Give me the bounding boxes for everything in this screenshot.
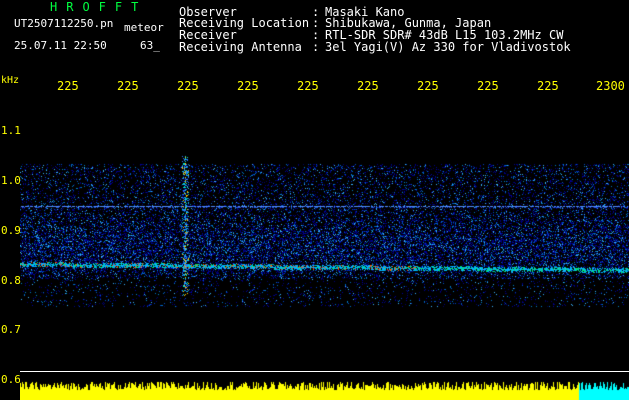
x-tick-label: 225	[117, 79, 139, 93]
y-tick-label: 0.7	[1, 323, 21, 336]
y-tick-label: 0.6	[1, 373, 21, 386]
hrofft-screen: HROFFT UT2507112250.pn meteor 25.07.11 2…	[0, 0, 629, 400]
y-tick-label: 0.8	[1, 274, 21, 287]
x-tick-label: 225	[177, 79, 199, 93]
x-tick-label: 225	[537, 79, 559, 93]
meteor-count: 63_	[140, 39, 160, 52]
y-tick-label: 0.9	[1, 224, 21, 237]
y-axis-unit: kHz	[1, 75, 20, 86]
antenna-value: 3el Yagi(V) Az 330 for Vladivostok	[325, 40, 571, 54]
filename-suffix: meteor	[124, 21, 164, 34]
y-tick-label: 1.1	[1, 124, 21, 137]
x-tick-label: 225	[237, 79, 259, 93]
antenna-label: Receiving Antenna	[179, 40, 302, 54]
app-title: HROFFT	[50, 0, 148, 14]
x-tick-label: 225	[477, 79, 499, 93]
meter-baseline	[20, 371, 629, 372]
x-tick-label: 225	[417, 79, 439, 93]
x-tick-label: 225	[297, 79, 319, 93]
x-tick-label: 225	[357, 79, 379, 93]
antenna-colon: :	[312, 40, 320, 54]
observation-datetime: 25.07.11 22:50	[14, 39, 107, 52]
image-filename: UT2507112250.pn	[14, 17, 114, 30]
y-tick-label: 1.0	[1, 174, 21, 187]
waterfall-spectrogram	[20, 96, 629, 368]
signal-level-meter	[20, 377, 629, 400]
x-tick-label: 225	[57, 79, 79, 93]
x-tick-label: 2300	[596, 79, 625, 93]
